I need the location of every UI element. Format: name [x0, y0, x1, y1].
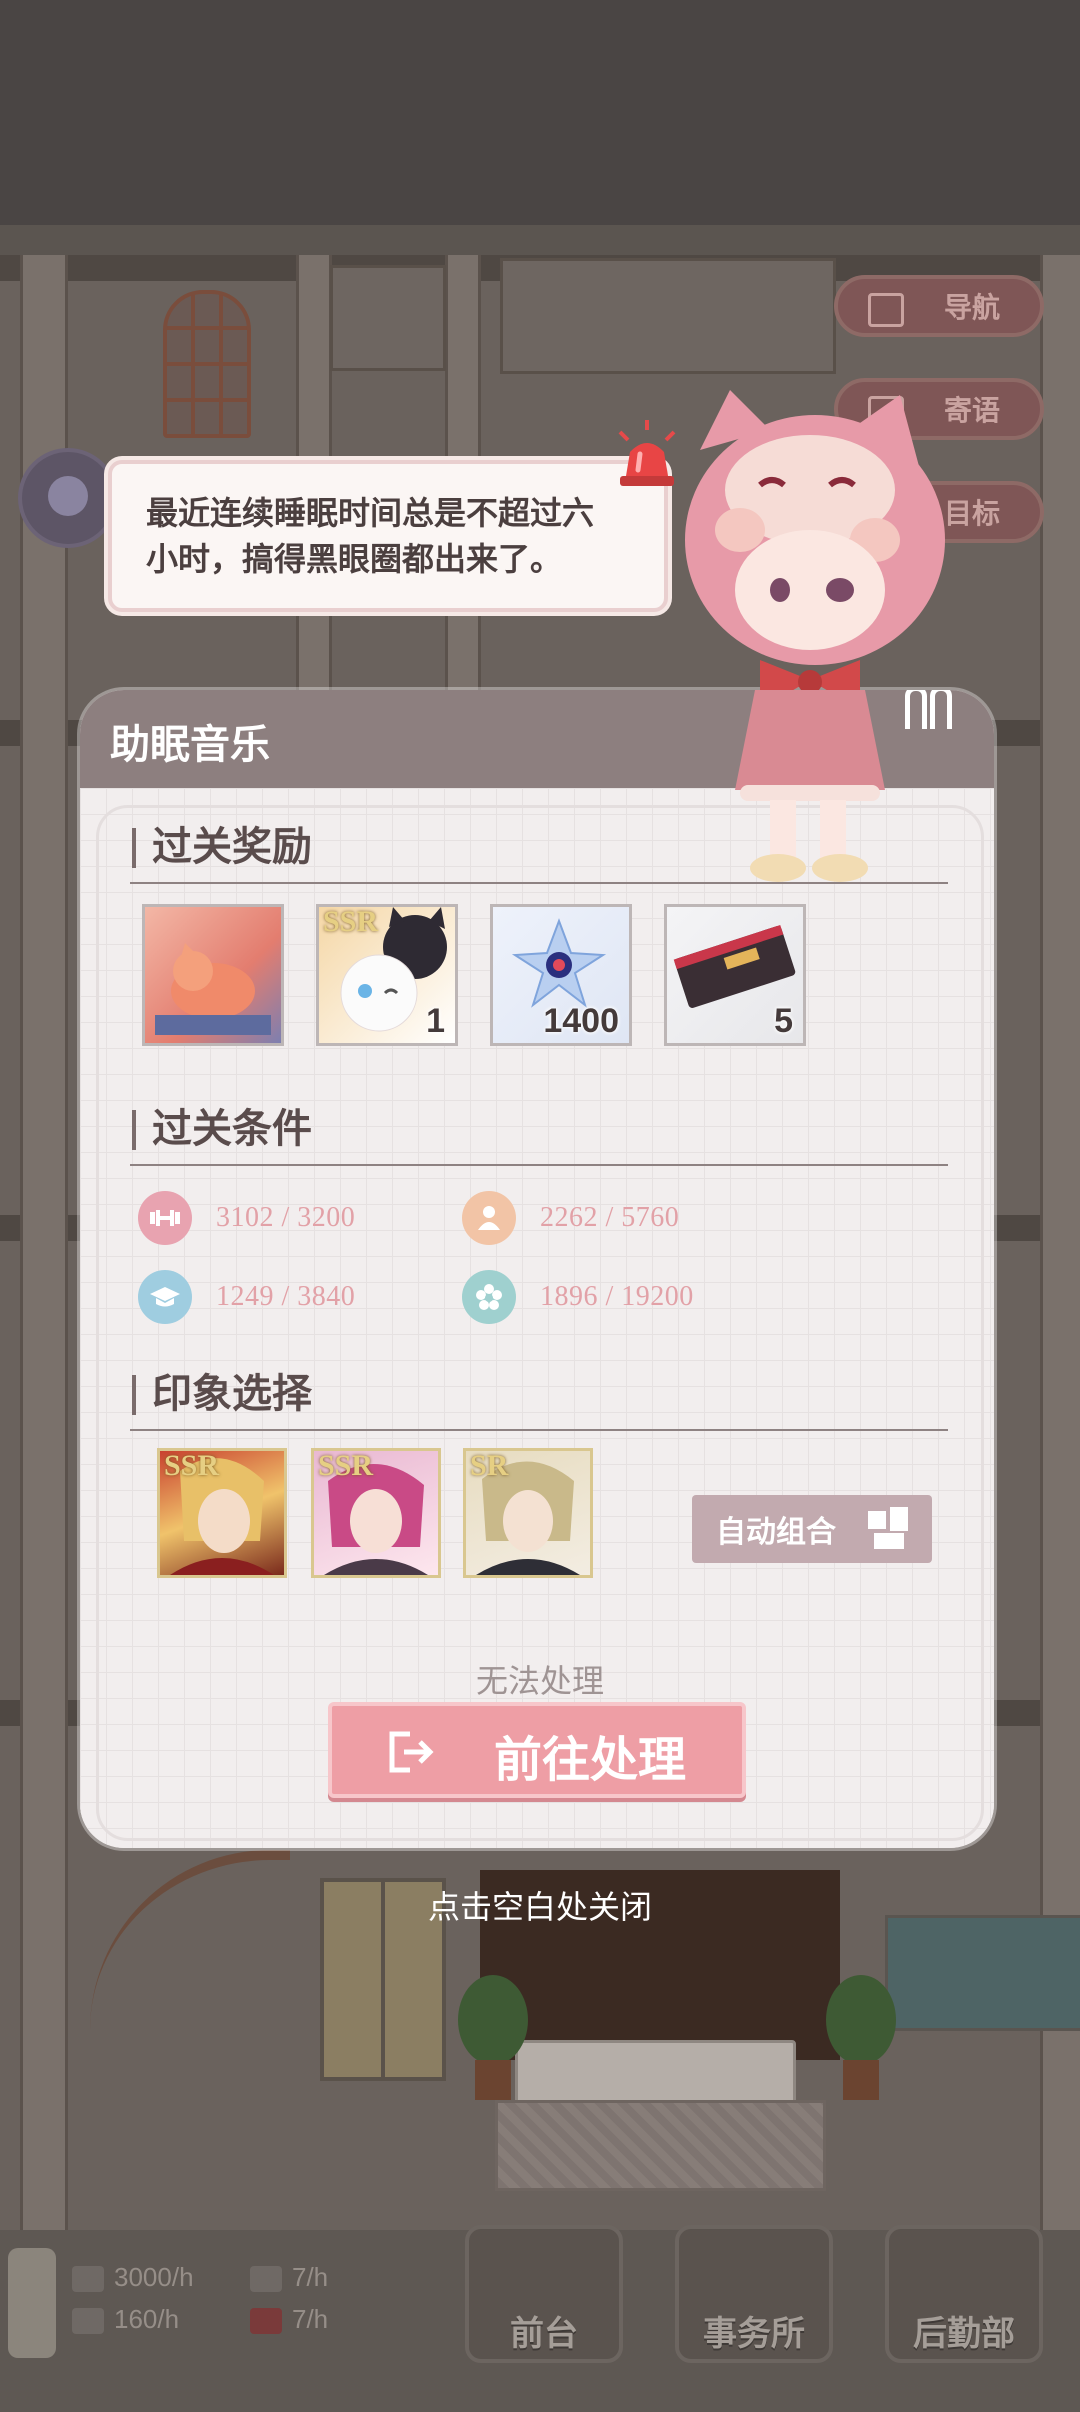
wall-panel	[500, 258, 836, 374]
arch-window	[163, 290, 251, 438]
condition-value: 1896 / 19200	[540, 1281, 694, 1312]
condition-value: 2262 / 5760	[540, 1202, 680, 1233]
office-button[interactable]: 事务所	[675, 2225, 833, 2363]
condition-value: 1249 / 3840	[216, 1281, 356, 1312]
logistics-button[interactable]: 后勤部	[885, 2225, 1043, 2363]
plant-icon	[458, 1975, 528, 2065]
resource-gift: 7/h	[250, 2304, 328, 2335]
condition-item: 2262 / 5760	[462, 1191, 679, 1245]
rug	[495, 2100, 826, 2191]
reward-item[interactable]: SSR 1	[316, 904, 458, 1046]
cash-icon	[72, 2266, 104, 2293]
condition-item: 3102 / 3200	[138, 1191, 355, 1245]
pillar	[20, 255, 68, 2230]
grid-combine-icon	[868, 1507, 908, 1549]
go-handle-button[interactable]: 前往处理	[328, 1702, 746, 1798]
resource-books: 160/h	[72, 2304, 179, 2335]
ssr-badge: SSR	[323, 905, 379, 938]
reward-item[interactable]: 1400	[490, 904, 632, 1046]
conditions-title: 过关条件	[130, 1104, 950, 1154]
person-icon	[462, 1191, 516, 1245]
book-stack-icon	[72, 2308, 104, 2335]
resource-cash: 3000/h	[72, 2262, 194, 2293]
resource-people: 7/h	[250, 2262, 328, 2293]
plant-icon	[826, 1975, 896, 2065]
map-icon	[868, 293, 904, 327]
reward-count: 1400	[543, 1002, 619, 1040]
dialogue-text: 最近连续睡眠时间总是不超过六 小时，搞得黑眼圈都出来了。	[146, 495, 595, 577]
people-icon	[250, 2266, 282, 2293]
graduation-cap-icon	[138, 1270, 192, 1324]
divider	[130, 1429, 948, 1431]
reward-count: 1	[426, 1002, 445, 1040]
avatar	[18, 448, 118, 548]
glass-room	[885, 1915, 1080, 2031]
divider	[130, 1164, 948, 1166]
reception-desk	[515, 2040, 796, 2106]
condition-value: 3102 / 3200	[216, 1202, 356, 1233]
reward-count: 5	[774, 1002, 793, 1040]
gift-icon	[250, 2308, 282, 2335]
front-desk-button[interactable]: 前台	[465, 2225, 623, 2363]
condition-item: 1896 / 19200	[462, 1270, 694, 1324]
rewards-section: 过关奖励	[130, 822, 950, 884]
character-card[interactable]: SSR	[311, 1448, 441, 1578]
condition-item: 1249 / 3840	[138, 1270, 355, 1324]
sleeping-cat-icon	[155, 943, 271, 1035]
rarity-badge: SSR	[164, 1449, 220, 1482]
dumbbell-icon	[138, 1191, 192, 1245]
nav-button-guide[interactable]: 导航	[834, 275, 1044, 337]
reward-item[interactable]	[142, 904, 284, 1046]
character-card[interactable]: SR	[463, 1448, 593, 1578]
wall-panel	[330, 265, 446, 371]
rewards-title: 过关奖励	[130, 822, 950, 872]
modal-title: 助眠音乐	[110, 722, 270, 767]
scroll-icon[interactable]	[8, 2248, 56, 2358]
reward-item[interactable]: 5	[664, 904, 806, 1046]
pot	[475, 2060, 511, 2100]
character-card[interactable]: SSR	[157, 1448, 287, 1578]
close-hint[interactable]: 点击空白处关闭	[0, 1882, 1080, 1928]
cannot-handle-label: 无法处理	[475, 1663, 604, 1699]
auto-combine-button[interactable]: 自动组合	[692, 1495, 932, 1563]
enter-icon	[389, 1731, 434, 1773]
divider	[130, 882, 948, 884]
pot	[843, 2060, 879, 2100]
impression-section: 印象选择	[130, 1369, 950, 1431]
impression-title: 印象选择	[130, 1369, 950, 1419]
conditions-section: 过关条件	[130, 1104, 950, 1166]
rarity-badge: SSR	[318, 1449, 374, 1482]
rarity-badge: SR	[470, 1449, 509, 1482]
flower-icon	[462, 1270, 516, 1324]
